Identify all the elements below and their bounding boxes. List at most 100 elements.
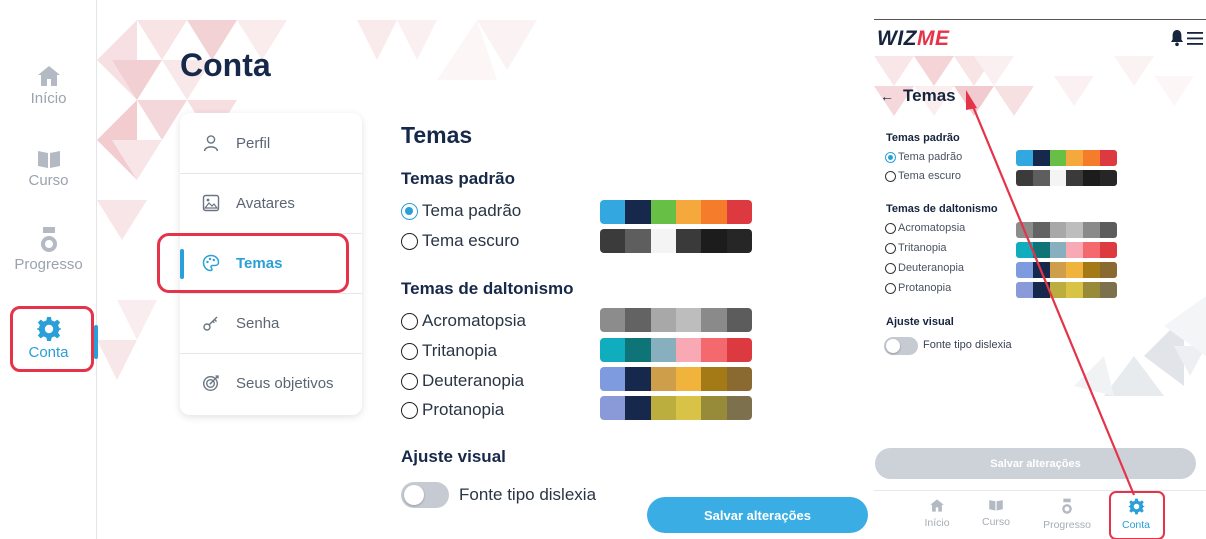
theme-option-protanopia[interactable]: Protanopia bbox=[401, 400, 504, 420]
rail-item-label: Início bbox=[30, 90, 67, 107]
swatch-color bbox=[1083, 242, 1101, 258]
radio-button[interactable] bbox=[401, 312, 418, 330]
theme-swatch bbox=[1016, 222, 1117, 238]
swatch-color bbox=[650, 396, 676, 420]
theme-swatch bbox=[600, 308, 752, 332]
menu-item-perfil[interactable]: Perfil bbox=[180, 113, 362, 173]
swatch-color bbox=[650, 200, 676, 224]
radio-button[interactable] bbox=[401, 372, 418, 390]
swatch-color bbox=[625, 338, 651, 362]
menu-item-label: Seus objetivos bbox=[236, 374, 334, 392]
theme-option-tritanopia[interactable]: Tritanopia bbox=[401, 341, 497, 361]
radio-button[interactable] bbox=[885, 170, 896, 182]
theme-option-label: Deuteranopia bbox=[422, 371, 525, 390]
theme-option-tritanopia[interactable]: Tritanopia bbox=[885, 242, 947, 254]
swatch-color bbox=[625, 200, 651, 224]
swatch-color bbox=[675, 396, 702, 420]
swatch-color bbox=[1100, 222, 1117, 238]
swatch-color bbox=[1083, 262, 1101, 278]
home-icon bbox=[930, 499, 944, 512]
key-icon bbox=[200, 314, 222, 332]
visual-adjustment-heading: Ajuste visual bbox=[886, 316, 954, 328]
save-button[interactable]: Salvar alterações bbox=[875, 448, 1196, 479]
swatch-color bbox=[1049, 150, 1067, 166]
swatch-color bbox=[701, 200, 727, 224]
swatch-color bbox=[650, 308, 676, 332]
dyslexia-font-toggle[interactable] bbox=[401, 482, 449, 508]
image-icon bbox=[200, 194, 222, 212]
swatch-color bbox=[625, 308, 651, 332]
nav-item-inicio[interactable]: Início bbox=[909, 498, 965, 529]
left-navigation-rail: Início Curso Progresso Conta bbox=[0, 0, 97, 539]
swatch-color bbox=[675, 200, 702, 224]
swatch-color bbox=[1066, 150, 1084, 166]
theme-option-acromatopsia[interactable]: Acromatopsia bbox=[401, 311, 526, 331]
bell-icon[interactable] bbox=[1170, 29, 1184, 47]
radio-button[interactable] bbox=[401, 232, 418, 250]
swatch-color bbox=[600, 200, 626, 224]
radio-button[interactable] bbox=[885, 222, 896, 234]
swatch-color bbox=[625, 229, 651, 253]
swatch-color bbox=[1049, 262, 1067, 278]
swatch-color bbox=[1083, 150, 1101, 166]
radio-button[interactable] bbox=[885, 151, 896, 163]
save-button[interactable]: Salvar alterações bbox=[647, 497, 868, 533]
theme-option-label: Tema padrão bbox=[422, 201, 522, 220]
theme-swatch bbox=[600, 367, 752, 391]
swatch-color bbox=[701, 229, 727, 253]
swatch-color bbox=[1100, 170, 1117, 186]
radio-button[interactable] bbox=[885, 242, 896, 254]
theme-swatch bbox=[600, 338, 752, 362]
theme-option-deuteranopia[interactable]: Deuteranopia bbox=[401, 371, 524, 391]
theme-swatch bbox=[1016, 282, 1117, 298]
radio-button[interactable] bbox=[885, 262, 896, 274]
colorblind-themes-heading: Temas de daltonismo bbox=[401, 279, 574, 298]
swatch-color bbox=[1049, 170, 1067, 186]
radio-button[interactable] bbox=[401, 342, 418, 360]
swatch-color bbox=[1100, 150, 1117, 166]
swatch-color bbox=[701, 396, 727, 420]
theme-option-label: Tritanopia bbox=[422, 341, 497, 360]
theme-option-protanopia[interactable]: Protanopia bbox=[885, 282, 951, 294]
menu-icon[interactable] bbox=[1187, 32, 1203, 45]
theme-option-escuro[interactable]: Tema escuro bbox=[401, 231, 519, 251]
menu-item-avatares[interactable]: Avatares bbox=[180, 173, 362, 233]
theme-swatch bbox=[1016, 242, 1117, 258]
dyslexia-font-toggle[interactable] bbox=[884, 337, 918, 355]
nav-item-curso[interactable]: Curso bbox=[968, 498, 1024, 528]
medal-icon bbox=[1062, 498, 1072, 514]
theme-option-label: Tritanopia bbox=[898, 242, 947, 254]
logo-text-accent: ME bbox=[916, 27, 950, 50]
menu-item-seus-objetivos[interactable]: Seus objetivos bbox=[180, 353, 362, 413]
radio-button[interactable] bbox=[885, 282, 896, 294]
back-arrow-icon[interactable]: ← bbox=[880, 88, 894, 104]
rail-item-progresso[interactable]: Progresso bbox=[0, 226, 97, 273]
nav-item-progresso[interactable]: Progresso bbox=[1039, 498, 1095, 531]
radio-button[interactable] bbox=[401, 401, 418, 419]
theme-option-deuteranopia[interactable]: Deuteranopia bbox=[885, 262, 964, 274]
mobile-page-title: ← Temas bbox=[880, 86, 956, 106]
swatch-color bbox=[1016, 242, 1033, 258]
theme-option-padrao[interactable]: Tema padrão bbox=[885, 151, 962, 163]
rail-item-curso[interactable]: Curso bbox=[0, 148, 97, 189]
divider bbox=[874, 19, 1206, 20]
swatch-color bbox=[600, 338, 626, 362]
book-icon bbox=[37, 151, 60, 168]
nav-item-label: Progresso bbox=[1043, 519, 1091, 531]
rail-item-inicio[interactable]: Início bbox=[0, 64, 97, 107]
theme-option-label: Tema escuro bbox=[898, 170, 961, 182]
radio-button[interactable] bbox=[401, 202, 418, 220]
swatch-color bbox=[1032, 150, 1050, 166]
swatch-color bbox=[726, 367, 752, 391]
swatch-color bbox=[1066, 282, 1084, 298]
swatch-color bbox=[701, 367, 727, 391]
theme-option-acromatopsia[interactable]: Acromatopsia bbox=[885, 222, 965, 234]
menu-item-senha[interactable]: Senha bbox=[180, 293, 362, 353]
theme-option-escuro[interactable]: Tema escuro bbox=[885, 170, 961, 182]
theme-option-label: Tema padrão bbox=[898, 151, 963, 163]
page-title: Conta bbox=[180, 47, 271, 83]
swatch-color bbox=[701, 338, 727, 362]
swatch-color bbox=[726, 229, 752, 253]
theme-option-padrao[interactable]: Tema padrão bbox=[401, 201, 521, 221]
swatch-color bbox=[600, 396, 626, 420]
